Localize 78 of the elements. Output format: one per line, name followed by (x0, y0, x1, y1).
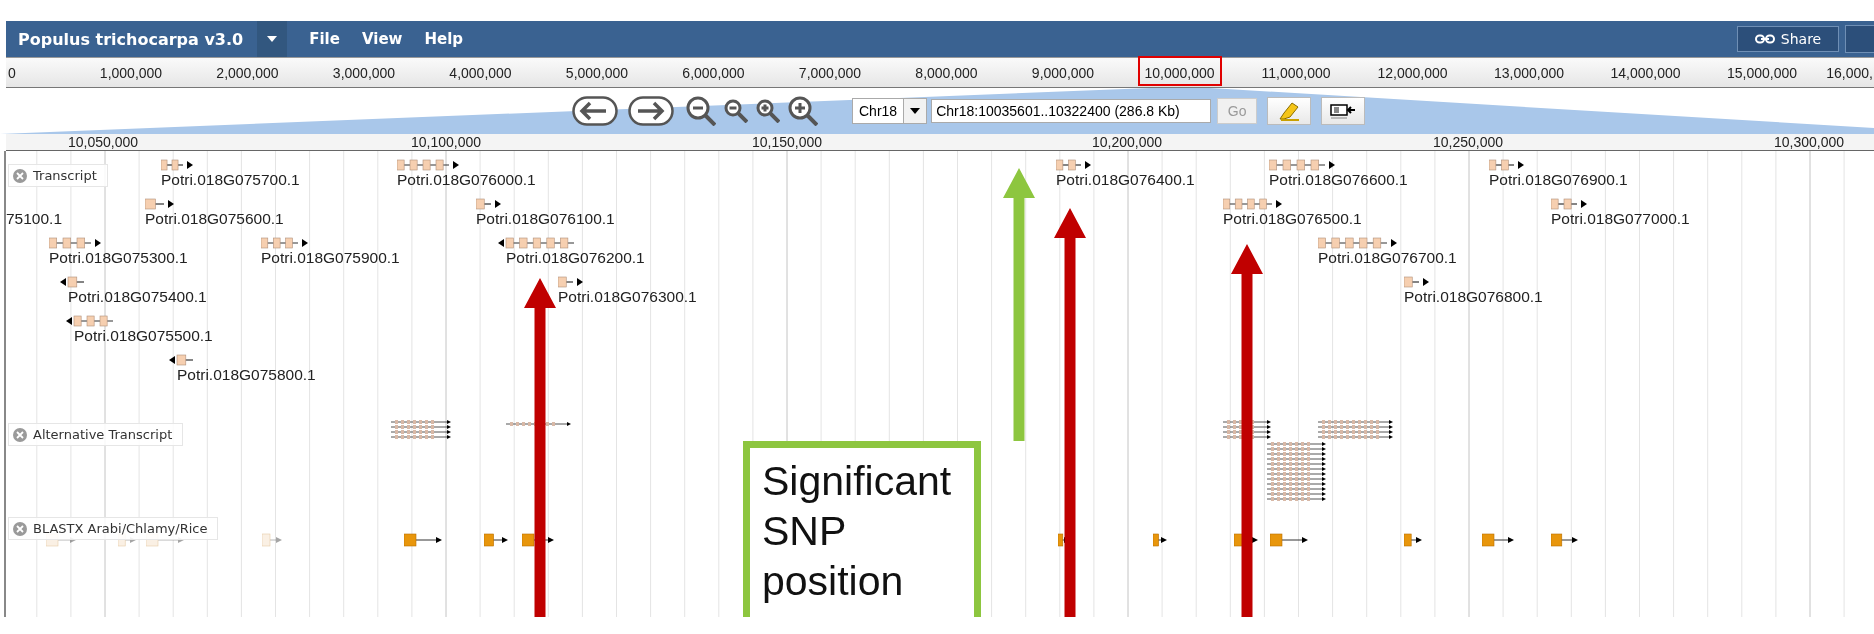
scale-label: 10,100,000 (410, 134, 482, 150)
gene-label[interactable]: Potri.018G076800.1 (1404, 288, 1543, 305)
menu-item[interactable]: Help (424, 30, 464, 48)
scale-label: 15,000,000 (1726, 65, 1798, 81)
location-field[interactable]: Chr18:10035601..10322400 (286.8 Kb) (931, 99, 1212, 123)
zoom-in-icon[interactable] (788, 96, 818, 126)
scale-label: 6,000,000 (682, 65, 745, 81)
menu-item[interactable]: View (361, 30, 403, 48)
callout-box: Significant SNP position (743, 441, 981, 617)
gene-label[interactable]: Potri.018G077000.1 (1551, 210, 1690, 227)
gene-label[interactable]: Potri.018G075300.1 (49, 249, 188, 266)
blast-hit-icon (1404, 533, 1422, 547)
blast-hit-icon (484, 533, 508, 547)
scale-label: 16,000, (1826, 65, 1873, 81)
zoom-in-icon[interactable] (756, 99, 780, 123)
close-icon[interactable] (13, 427, 27, 442)
gene-label[interactable]: Potri.018G076900.1 (1489, 171, 1628, 188)
blast-hit-icon (1153, 533, 1167, 547)
menu-item[interactable]: File (309, 30, 340, 48)
scale-label: 7,000,000 (798, 65, 862, 81)
scale-label: 9,000,000 (1031, 65, 1095, 81)
gene-label[interactable]: 75100.1 (6, 210, 63, 227)
blast-hit-icon (1551, 533, 1578, 547)
scale-label: 11,000,000 (1261, 65, 1331, 81)
gene-label[interactable]: Potri.018G075700.1 (161, 171, 300, 188)
scale-label: 10,300,000 (1773, 134, 1845, 150)
scale-label: 10,200,000 (1091, 134, 1163, 150)
scale-label: 0 (8, 65, 16, 81)
scale-label: 8,000,000 (915, 65, 978, 81)
close-icon[interactable] (13, 168, 27, 183)
gene-label[interactable]: Potri.018G075900.1 (261, 249, 400, 266)
zoom-out-icon[interactable] (724, 99, 748, 123)
chromosome-select[interactable]: Chr18 (852, 98, 928, 124)
scale-label: 4,000,000 (449, 65, 512, 81)
gene-label[interactable]: Potri.018G076000.1 (397, 171, 536, 188)
gene-label[interactable]: Potri.018G075800.1 (177, 366, 316, 383)
scale-label: 10,000,000 (1144, 65, 1215, 81)
track-toggle-button[interactable] (1321, 97, 1366, 125)
gene-label[interactable]: Potri.018G076500.1 (1223, 210, 1362, 227)
blast-hit-icon (522, 533, 554, 547)
zoom-out-icon[interactable] (686, 96, 716, 126)
toolbar-button[interactable] (1845, 25, 1874, 53)
gene-label[interactable]: Potri.018G076400.1 (1056, 171, 1195, 188)
gene-label[interactable]: Potri.018G076600.1 (1269, 171, 1408, 188)
share-button[interactable]: Share (1737, 26, 1839, 52)
caret-icon[interactable] (267, 36, 278, 42)
close-icon[interactable] (13, 521, 27, 536)
highlight-button[interactable] (1267, 97, 1312, 125)
blast-hit-icon (404, 533, 442, 547)
scale-label: 1,000,000 (99, 65, 163, 81)
gene-label[interactable]: Potri.018G076100.1 (476, 210, 615, 227)
panel-arrow-icon[interactable] (1330, 103, 1357, 119)
blast-hit-icon (1270, 533, 1308, 547)
gene-label[interactable]: Potri.018G076300.1 (558, 288, 697, 305)
gene-label[interactable]: Potri.018G076700.1 (1318, 249, 1457, 266)
scale-label: 5,000,000 (565, 65, 629, 81)
link-icon[interactable] (1754, 34, 1775, 44)
gene-label[interactable]: Potri.018G075500.1 (74, 327, 213, 344)
app-title[interactable]: Populus trichocarpa v3.0 (6, 29, 258, 49)
scale-label: 12,000,000 (1377, 65, 1448, 81)
scale-label: 2,000,000 (216, 65, 279, 81)
scale-label: 3,000,000 (332, 65, 396, 81)
track-label[interactable]: Alternative Transcript (8, 423, 184, 446)
caret-icon[interactable] (910, 108, 921, 114)
blast-hit-icon (262, 533, 282, 547)
scale-label: 10,050,000 (67, 134, 139, 150)
gene-label[interactable]: Potri.018G076200.1 (506, 249, 645, 266)
scale-label: 13,000,000 (1493, 65, 1565, 81)
scale-label: 10,150,000 (751, 134, 823, 150)
track-label[interactable]: Transcript (8, 164, 108, 187)
track-label[interactable]: BLASTX Arabi/Chlamy/Rice (8, 517, 219, 540)
dropdown-button[interactable] (257, 21, 288, 57)
highlighter-icon[interactable] (1277, 101, 1302, 121)
blast-hit-icon (1482, 533, 1514, 547)
gene-label[interactable]: Potri.018G075400.1 (68, 288, 207, 305)
scale-label: 10,250,000 (1432, 134, 1504, 150)
gene-label[interactable]: Potri.018G075600.1 (145, 210, 284, 227)
scale-label: 14,000,000 (1610, 65, 1681, 81)
